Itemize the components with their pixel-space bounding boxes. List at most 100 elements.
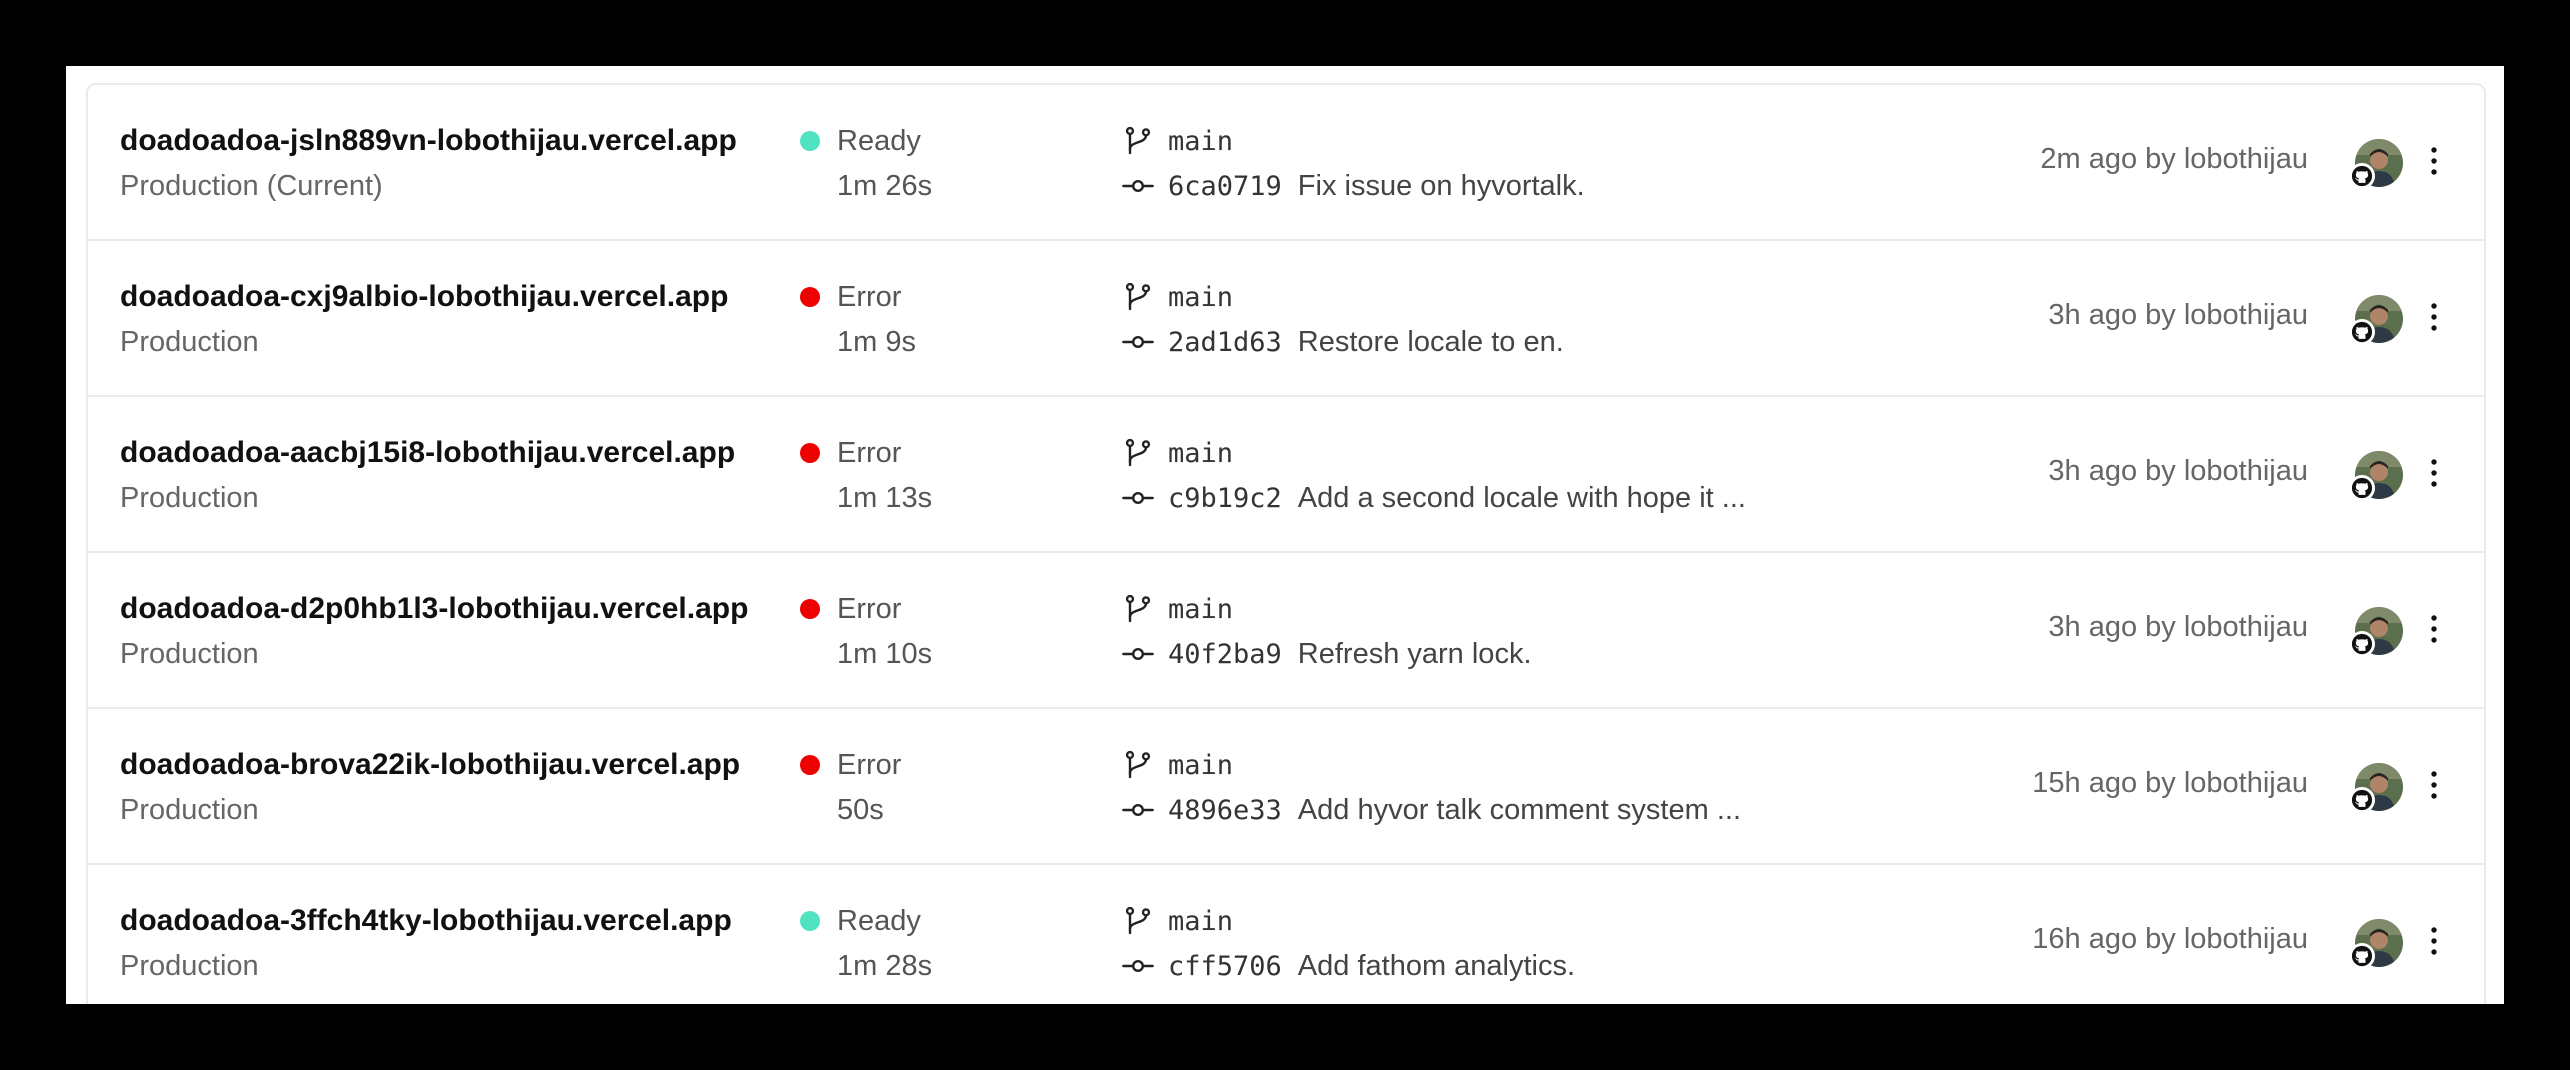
deployment-row[interactable]: doadoadoa-brova22ik-lobothijau.vercel.ap… [88,707,2484,863]
author-avatar[interactable] [2349,763,2403,813]
more-options-button[interactable] [2410,293,2458,341]
deployment-row[interactable]: doadoadoa-d2p0hb1l3-lobothijau.vercel.ap… [88,551,2484,707]
deployment-url[interactable]: doadoadoa-3ffch4tky-lobothijau.vercel.ap… [120,901,732,941]
branch-name: main [1168,437,1234,469]
environment-label: Production [120,326,259,358]
deployment-row[interactable]: doadoadoa-jsln889vn-lobothijau.vercel.ap… [88,85,2484,239]
status-label: Error [837,748,902,781]
environment-label: Production [120,794,259,826]
status-dot-icon [800,755,820,775]
environment-label: Production [120,638,259,670]
build-duration: 50s [837,794,884,826]
more-options-button[interactable] [2410,917,2458,965]
deployment-info: doadoadoa-d2p0hb1l3-lobothijau.vercel.ap… [120,589,748,674]
git-branch-icon [1125,126,1151,155]
git-commit-icon [1122,803,1154,816]
commit-link[interactable]: cff5706 Add fathom analytics. [1122,946,1575,986]
branch-link[interactable]: main [1122,433,1746,473]
deployment-status: Ready 1m 26s [800,121,932,206]
deployment-meta: 3h ago by lobothijau [2048,299,2308,331]
deployment-meta: 3h ago by lobothijau [2048,611,2308,643]
github-icon [2349,787,2375,813]
author-avatar[interactable] [2349,607,2403,657]
git-branch-icon [1125,906,1151,935]
branch-link[interactable]: main [1122,589,1532,629]
branch-link[interactable]: main [1122,277,1564,317]
environment-label: Production [120,950,259,982]
commit-hash: cff5706 [1168,950,1282,982]
branch-name: main [1168,749,1234,781]
commit-link[interactable]: 6ca0719 Fix issue on hyvortalk. [1122,166,1585,206]
git-info: main c9b19c2 Add a second locale with ho… [1122,433,1746,518]
status-label: Error [837,592,902,625]
git-info: main 40f2ba9 Refresh yarn lock. [1122,589,1532,674]
author-avatar[interactable] [2349,139,2403,189]
github-icon [2349,475,2375,501]
commit-message: Restore locale to en. [1297,325,1564,358]
more-options-button[interactable] [2410,605,2458,653]
git-info: main 2ad1d63 Restore locale to en. [1122,277,1564,362]
github-icon [2349,319,2375,345]
status-dot-icon [800,131,820,151]
commit-link[interactable]: 2ad1d63 Restore locale to en. [1122,322,1564,362]
more-vertical-icon [2431,927,2437,955]
deployment-info: doadoadoa-cxj9albio-lobothijau.vercel.ap… [120,277,728,362]
git-branch-icon [1125,438,1151,467]
build-duration: 1m 13s [837,482,933,514]
branch-name: main [1168,905,1234,937]
status-dot-icon [800,287,820,307]
environment-label: Production [120,482,259,514]
deployment-status: Ready 1m 28s [800,901,932,986]
deployment-url[interactable]: doadoadoa-brova22ik-lobothijau.vercel.ap… [120,745,740,785]
deployment-row[interactable]: doadoadoa-cxj9albio-lobothijau.vercel.ap… [88,239,2484,395]
github-icon [2349,631,2375,657]
commit-link[interactable]: c9b19c2 Add a second locale with hope it… [1122,478,1746,518]
status-label: Ready [837,124,921,157]
status-dot-icon [800,599,820,619]
deployment-meta: 16h ago by lobothijau [2032,923,2308,955]
environment-label: Production (Current) [120,170,383,202]
more-options-button[interactable] [2410,449,2458,497]
branch-link[interactable]: main [1122,901,1575,941]
deployment-url[interactable]: doadoadoa-cxj9albio-lobothijau.vercel.ap… [120,277,728,317]
deployment-url[interactable]: doadoadoa-d2p0hb1l3-lobothijau.vercel.ap… [120,589,748,629]
deployment-url[interactable]: doadoadoa-aacbj15i8-lobothijau.vercel.ap… [120,433,735,473]
commit-link[interactable]: 40f2ba9 Refresh yarn lock. [1122,634,1532,674]
commit-message: Add fathom analytics. [1297,949,1576,982]
branch-name: main [1168,593,1234,625]
status-label: Error [837,280,902,313]
author-avatar[interactable] [2349,295,2403,345]
author-avatar[interactable] [2349,919,2403,969]
build-duration: 1m 26s [837,170,933,202]
git-info: main cff5706 Add fathom analytics. [1122,901,1575,986]
deployment-status: Error 1m 10s [800,589,932,674]
git-branch-icon [1125,282,1151,311]
deployment-info: doadoadoa-aacbj15i8-lobothijau.vercel.ap… [120,433,735,518]
git-branch-icon [1125,750,1151,779]
deployment-info: doadoadoa-jsln889vn-lobothijau.vercel.ap… [120,121,737,206]
commit-message: Add a second locale with hope it ... [1297,481,1746,514]
more-options-button[interactable] [2410,761,2458,809]
build-duration: 1m 28s [837,950,933,982]
deployment-url[interactable]: doadoadoa-jsln889vn-lobothijau.vercel.ap… [120,121,737,161]
more-options-button[interactable] [2410,137,2458,185]
commit-hash: 4896e33 [1168,794,1282,826]
author-avatar[interactable] [2349,451,2403,501]
git-commit-icon [1122,959,1154,972]
git-commit-icon [1122,647,1154,660]
github-icon [2349,943,2375,969]
deployment-status: Error 50s [800,745,901,830]
branch-link[interactable]: main [1122,745,1741,785]
commit-hash: 40f2ba9 [1168,638,1282,670]
more-vertical-icon [2431,771,2437,799]
commit-link[interactable]: 4896e33 Add hyvor talk comment system ..… [1122,790,1741,830]
status-label: Ready [837,904,921,937]
status-dot-icon [800,911,820,931]
deployment-list: doadoadoa-jsln889vn-lobothijau.vercel.ap… [86,83,2486,1004]
build-duration: 1m 10s [837,638,933,670]
git-commit-icon [1122,335,1154,348]
deployment-row[interactable]: doadoadoa-aacbj15i8-lobothijau.vercel.ap… [88,395,2484,551]
branch-link[interactable]: main [1122,121,1585,161]
deployment-row[interactable]: doadoadoa-3ffch4tky-lobothijau.vercel.ap… [88,863,2484,1004]
deployment-status: Error 1m 13s [800,433,932,518]
